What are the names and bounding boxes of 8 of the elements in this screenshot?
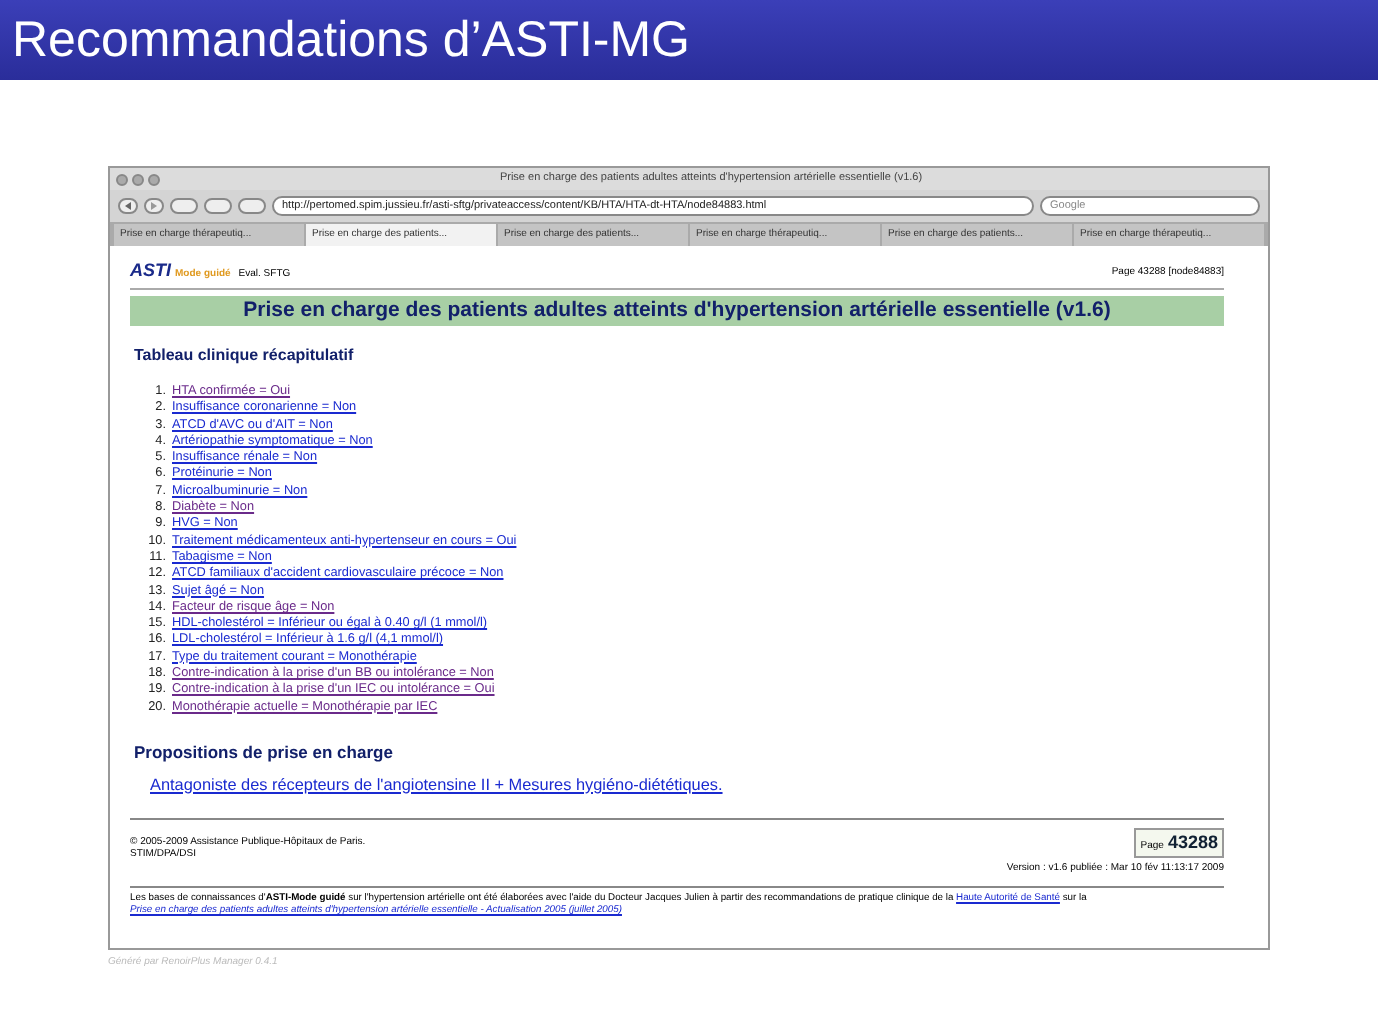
back-icon[interactable] (118, 198, 138, 214)
proposal-link[interactable]: Antagoniste des récepteurs de l'angiotensine II + Mesures hygiéno-diététiques. (150, 773, 1248, 798)
forward-icon[interactable] (144, 198, 164, 214)
section-heading: Propositions de prise en charge (134, 739, 395, 766)
logo-text: ASTI (130, 262, 172, 280)
slide-title: Recommandations d’ASTI-MG (12, 15, 691, 65)
section-heading: Tableau clinique récapitulatif (134, 344, 356, 368)
page-title-bar: Prise en charge des patients adultes atteints d'hypertension artérielle essentielle (v1.6) (130, 296, 1224, 326)
